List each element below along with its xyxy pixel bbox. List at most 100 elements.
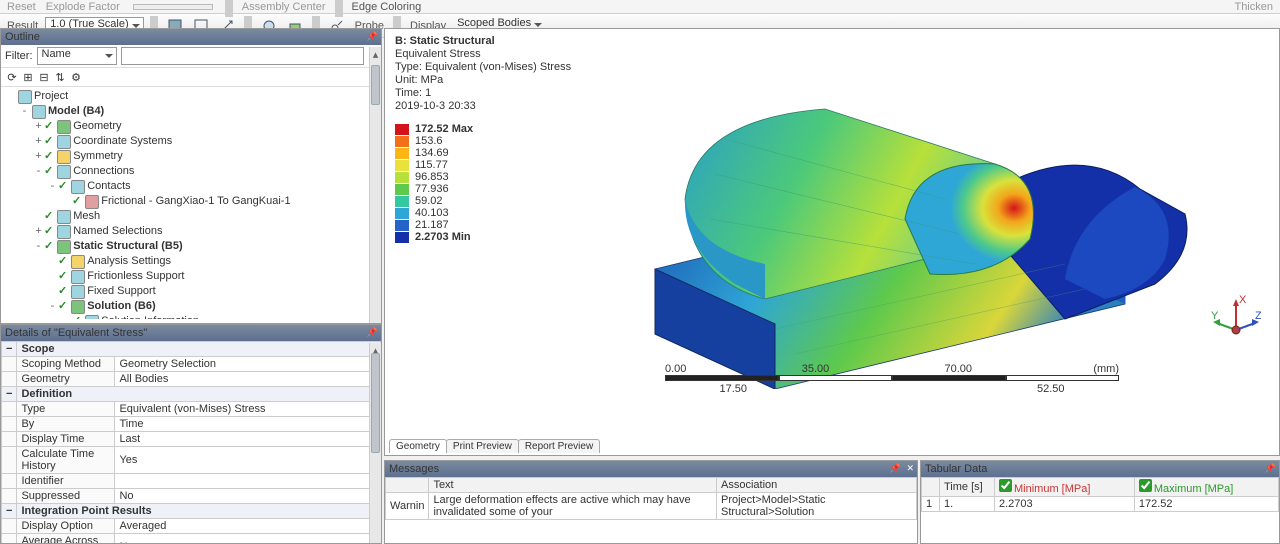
tree-twisty[interactable]: + [33, 224, 44, 239]
details-value[interactable] [115, 474, 381, 489]
check-icon: ✓ [58, 299, 67, 314]
tree-icon [71, 300, 85, 314]
result-line: Unit: MPa [395, 74, 571, 87]
details-value[interactable]: Geometry Selection [115, 357, 381, 372]
outline-tree[interactable]: Project-Model (B4)+✓Geometry+✓Coordinate… [1, 87, 381, 319]
col-idx[interactable] [922, 478, 940, 497]
scale-unit: (mm) [1093, 363, 1119, 375]
tree-twisty[interactable]: - [47, 179, 58, 194]
col-assoc[interactable]: Association [717, 478, 917, 493]
expand-icon[interactable]: ⊞ [21, 70, 35, 84]
message-row[interactable]: Warnin Large deformation effects are act… [386, 493, 917, 520]
filter-dropdown[interactable]: Name [37, 47, 117, 65]
legend-swatch [395, 184, 409, 195]
tree-node[interactable]: +✓Named Selections [1, 224, 381, 239]
col-max[interactable]: Maximum [MPa] [1134, 478, 1278, 497]
details-scrollbar[interactable]: ▴ [369, 343, 381, 543]
tree-node[interactable]: ✓Fixed Support [1, 284, 381, 299]
details-value[interactable]: Yes [115, 447, 381, 474]
details-row[interactable]: ByTime [2, 417, 381, 432]
pin-icon[interactable]: 📌 [367, 327, 378, 338]
tree-node[interactable]: -✓Contacts [1, 179, 381, 194]
reset-label[interactable]: Reset [4, 1, 39, 13]
details-value[interactable]: Equivalent (von-Mises) Stress [115, 402, 381, 417]
model-render[interactable] [565, 89, 1205, 389]
tree-icon [57, 150, 71, 164]
min-checkbox[interactable] [999, 479, 1012, 492]
tabular-row[interactable]: 1 1. 2.2703 172.52 [922, 497, 1279, 512]
details-row[interactable]: Average Across BodiesNo [2, 534, 381, 544]
toolbar-upper: Reset Explode Factor Assembly Center Edg… [0, 0, 1280, 14]
tree-label: Solution (B6) [87, 299, 155, 314]
details-value[interactable]: No [115, 489, 381, 504]
viewport[interactable]: B: Static Structural Equivalent Stress T… [384, 28, 1280, 456]
details-row[interactable]: Display TimeLast [2, 432, 381, 447]
tab-report-preview[interactable]: Report Preview [518, 439, 600, 453]
tree-node[interactable]: -✓ Solution (B6) [1, 299, 381, 314]
col-icon[interactable] [386, 478, 429, 493]
edge-coloring-label[interactable]: Edge Coloring [349, 1, 425, 13]
legend-value: 153.6 [409, 135, 443, 147]
sort-icon[interactable]: ⇅ [53, 70, 67, 84]
explode-slider[interactable] [133, 4, 213, 10]
tree-icon [57, 210, 71, 224]
tree-node[interactable]: -Model (B4) [1, 104, 381, 119]
tab-print-preview[interactable]: Print Preview [446, 439, 519, 453]
tree-twisty[interactable]: + [33, 119, 44, 134]
pin-icon[interactable]: 📌 [1265, 463, 1276, 474]
tree-label: Frictional - GangXiao-1 To GangKuai-1 [101, 194, 290, 209]
details-row[interactable]: Scoping MethodGeometry Selection [2, 357, 381, 372]
details-value[interactable]: No [115, 534, 381, 544]
details-row[interactable]: SuppressedNo [2, 489, 381, 504]
separator [225, 0, 233, 17]
col-time[interactable]: Time [s] [940, 478, 995, 497]
tree-twisty[interactable]: - [19, 104, 30, 119]
tree-twisty[interactable]: + [33, 134, 44, 149]
details-row[interactable]: Display OptionAveraged [2, 519, 381, 534]
details-value[interactable]: Time [115, 417, 381, 432]
tree-node[interactable]: ✓Analysis Settings [1, 254, 381, 269]
color-legend: 172.52 Max153.6134.69115.7796.85377.9365… [395, 123, 473, 243]
details-value[interactable]: Last [115, 432, 381, 447]
col-text[interactable]: Text [429, 478, 717, 493]
outline-scrollbar[interactable]: ▴ [369, 47, 381, 323]
max-checkbox[interactable] [1139, 479, 1152, 492]
pin-icon[interactable]: 📌 [890, 463, 901, 474]
details-row[interactable]: Calculate Time HistoryYes [2, 447, 381, 474]
col-min[interactable]: Minimum [MPa] [995, 478, 1135, 497]
filter-input[interactable] [121, 47, 364, 65]
tools-icon[interactable]: ⚙ [69, 70, 83, 84]
tree-node[interactable]: ✓Mesh [1, 209, 381, 224]
tree-twisty[interactable]: + [33, 149, 44, 164]
outline-panel: Outline 📌 Filter: Name ✕ ⟳ ⊞ ⊟ ⇅ ⚙ Proje… [0, 28, 382, 324]
tree-node[interactable]: ✓Solution Information [1, 314, 381, 319]
viewport-tabs[interactable]: Geometry Print Preview Report Preview [389, 439, 599, 453]
details-row[interactable]: GeometryAll Bodies [2, 372, 381, 387]
tree-node[interactable]: -✓Static Structural (B5) [1, 239, 381, 254]
refresh-icon[interactable]: ⟳ [5, 70, 19, 84]
ruler-scale: 0.00 35.00 70.00 (mm) 17.50 52.50 [665, 363, 1119, 395]
details-row[interactable]: Identifier [2, 474, 381, 489]
assembly-label[interactable]: Assembly Center [239, 1, 329, 13]
details-row[interactable]: TypeEquivalent (von-Mises) Stress [2, 402, 381, 417]
tree-node[interactable]: ✓Frictionless Support [1, 269, 381, 284]
tree-node[interactable]: Project [1, 89, 381, 104]
tree-node[interactable]: ✓Frictional - GangXiao-1 To GangKuai-1 [1, 194, 381, 209]
axis-triad[interactable]: X Y Z [1211, 295, 1261, 345]
tree-icon [18, 90, 32, 104]
collapse-icon[interactable]: ⊟ [37, 70, 51, 84]
tree-node[interactable]: +✓Geometry [1, 119, 381, 134]
tree-node[interactable]: +✓Coordinate Systems [1, 134, 381, 149]
explode-label: Explode Factor [43, 1, 123, 13]
tree-twisty[interactable]: - [33, 239, 44, 254]
tree-twisty[interactable]: - [33, 164, 44, 179]
details-value[interactable]: All Bodies [115, 372, 381, 387]
pin-icon[interactable]: 📌 [367, 31, 378, 42]
tree-node[interactable]: +✓Symmetry [1, 149, 381, 164]
tree-node[interactable]: -✓Connections [1, 164, 381, 179]
details-value[interactable]: Averaged [115, 519, 381, 534]
thicken-label[interactable]: Thicken [1231, 1, 1276, 13]
tab-geometry[interactable]: Geometry [389, 439, 447, 453]
tree-twisty[interactable]: - [47, 299, 58, 314]
close-icon[interactable]: ✕ [906, 463, 914, 474]
